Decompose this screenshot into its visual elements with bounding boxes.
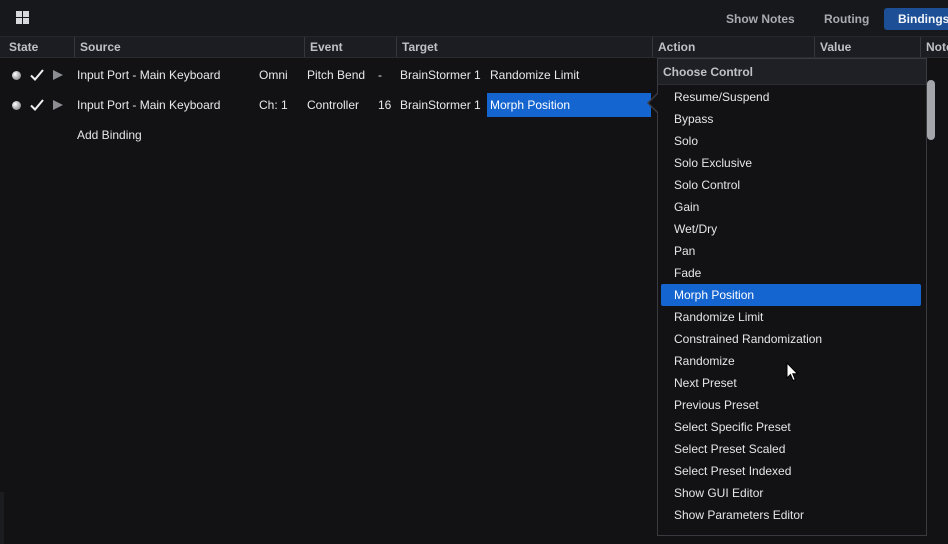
binding-event-number: - (378, 68, 382, 82)
binding-event: Controller (307, 98, 360, 112)
dropdown-item[interactable]: Select Preset Scaled (661, 438, 921, 460)
dropdown-item[interactable]: Show GUI Editor (661, 482, 921, 504)
table-header: State Source Event Target Action Value N… (0, 37, 948, 58)
choose-control-dropdown: Choose Control Resume/Suspend Bypass Sol… (657, 58, 927, 536)
dropdown-item[interactable]: Previous Preset (661, 394, 921, 416)
mouse-pointer-icon (786, 362, 799, 382)
binding-action-editing[interactable]: Morph Position (487, 93, 651, 117)
column-header-state[interactable]: State (0, 37, 74, 57)
table-row[interactable]: Input Port - Main Keyboard Omni Pitch Be… (0, 61, 657, 89)
dropdown-item[interactable]: Solo (661, 130, 921, 152)
binding-channel: Omni (259, 68, 288, 82)
toolbar: Show Notes Routing Bindings (0, 0, 948, 37)
dropdown-item-selected[interactable]: Morph Position (661, 284, 921, 306)
tab-routing[interactable]: Routing (812, 8, 881, 30)
state-dot-icon[interactable] (12, 71, 21, 80)
play-triangle-icon[interactable] (53, 100, 63, 110)
dropdown-item[interactable]: Solo Control (661, 174, 921, 196)
binding-event: Pitch Bend (307, 68, 366, 82)
add-binding-button[interactable]: Add Binding (77, 121, 142, 149)
dropdown-item[interactable]: Constrained Randomization (661, 328, 921, 350)
binding-channel: Ch: 1 (259, 98, 288, 112)
dropdown-scrollbar[interactable] (927, 80, 935, 140)
dropdown-item[interactable]: Pan (661, 240, 921, 262)
play-triangle-icon[interactable] (53, 70, 63, 80)
dropdown-item[interactable]: Bypass (661, 108, 921, 130)
dropdown-item[interactable]: Select Preset Indexed (661, 460, 921, 482)
dropdown-item[interactable]: Randomize Limit (661, 306, 921, 328)
grid-view-button[interactable] (10, 7, 34, 29)
column-header-action[interactable]: Action (652, 37, 814, 57)
column-header-value[interactable]: Value (814, 37, 920, 57)
column-header-event[interactable]: Event (304, 37, 396, 57)
column-header-note[interactable]: Note (920, 37, 948, 57)
binding-action[interactable]: Randomize Limit (490, 61, 579, 89)
dropdown-item[interactable]: Gain (661, 196, 921, 218)
state-dot-icon[interactable] (12, 101, 21, 110)
column-header-target[interactable]: Target (396, 37, 652, 57)
tab-bindings[interactable]: Bindings (884, 8, 948, 30)
dropdown-item[interactable]: Select Specific Preset (661, 416, 921, 438)
checkmark-icon[interactable] (30, 98, 44, 112)
dropdown-item[interactable]: Wet/Dry (661, 218, 921, 240)
dropdown-list: Resume/Suspend Bypass Solo Solo Exclusiv… (658, 86, 922, 526)
binding-event-number: 16 (378, 98, 392, 112)
binding-target: BrainStormer 1 (400, 68, 481, 82)
table-row[interactable]: Input Port - Main Keyboard Ch: 1 Control… (0, 91, 657, 119)
dropdown-title: Choose Control (658, 59, 926, 85)
tab-show-notes[interactable]: Show Notes (714, 8, 807, 30)
grid-icon (16, 11, 29, 24)
dropdown-item[interactable]: Resume/Suspend (661, 86, 921, 108)
dropdown-item[interactable]: Show Parameters Editor (661, 504, 921, 526)
binding-source: Input Port - Main Keyboard (77, 98, 221, 112)
binding-source: Input Port - Main Keyboard (77, 68, 221, 82)
dropdown-pointer-inner (649, 94, 658, 112)
checkmark-icon[interactable] (30, 68, 44, 82)
column-header-source[interactable]: Source (74, 37, 304, 57)
left-panel-edge (0, 492, 4, 544)
dropdown-item[interactable]: Fade (661, 262, 921, 284)
dropdown-item[interactable]: Solo Exclusive (661, 152, 921, 174)
binding-target: BrainStormer 1 (400, 98, 481, 112)
